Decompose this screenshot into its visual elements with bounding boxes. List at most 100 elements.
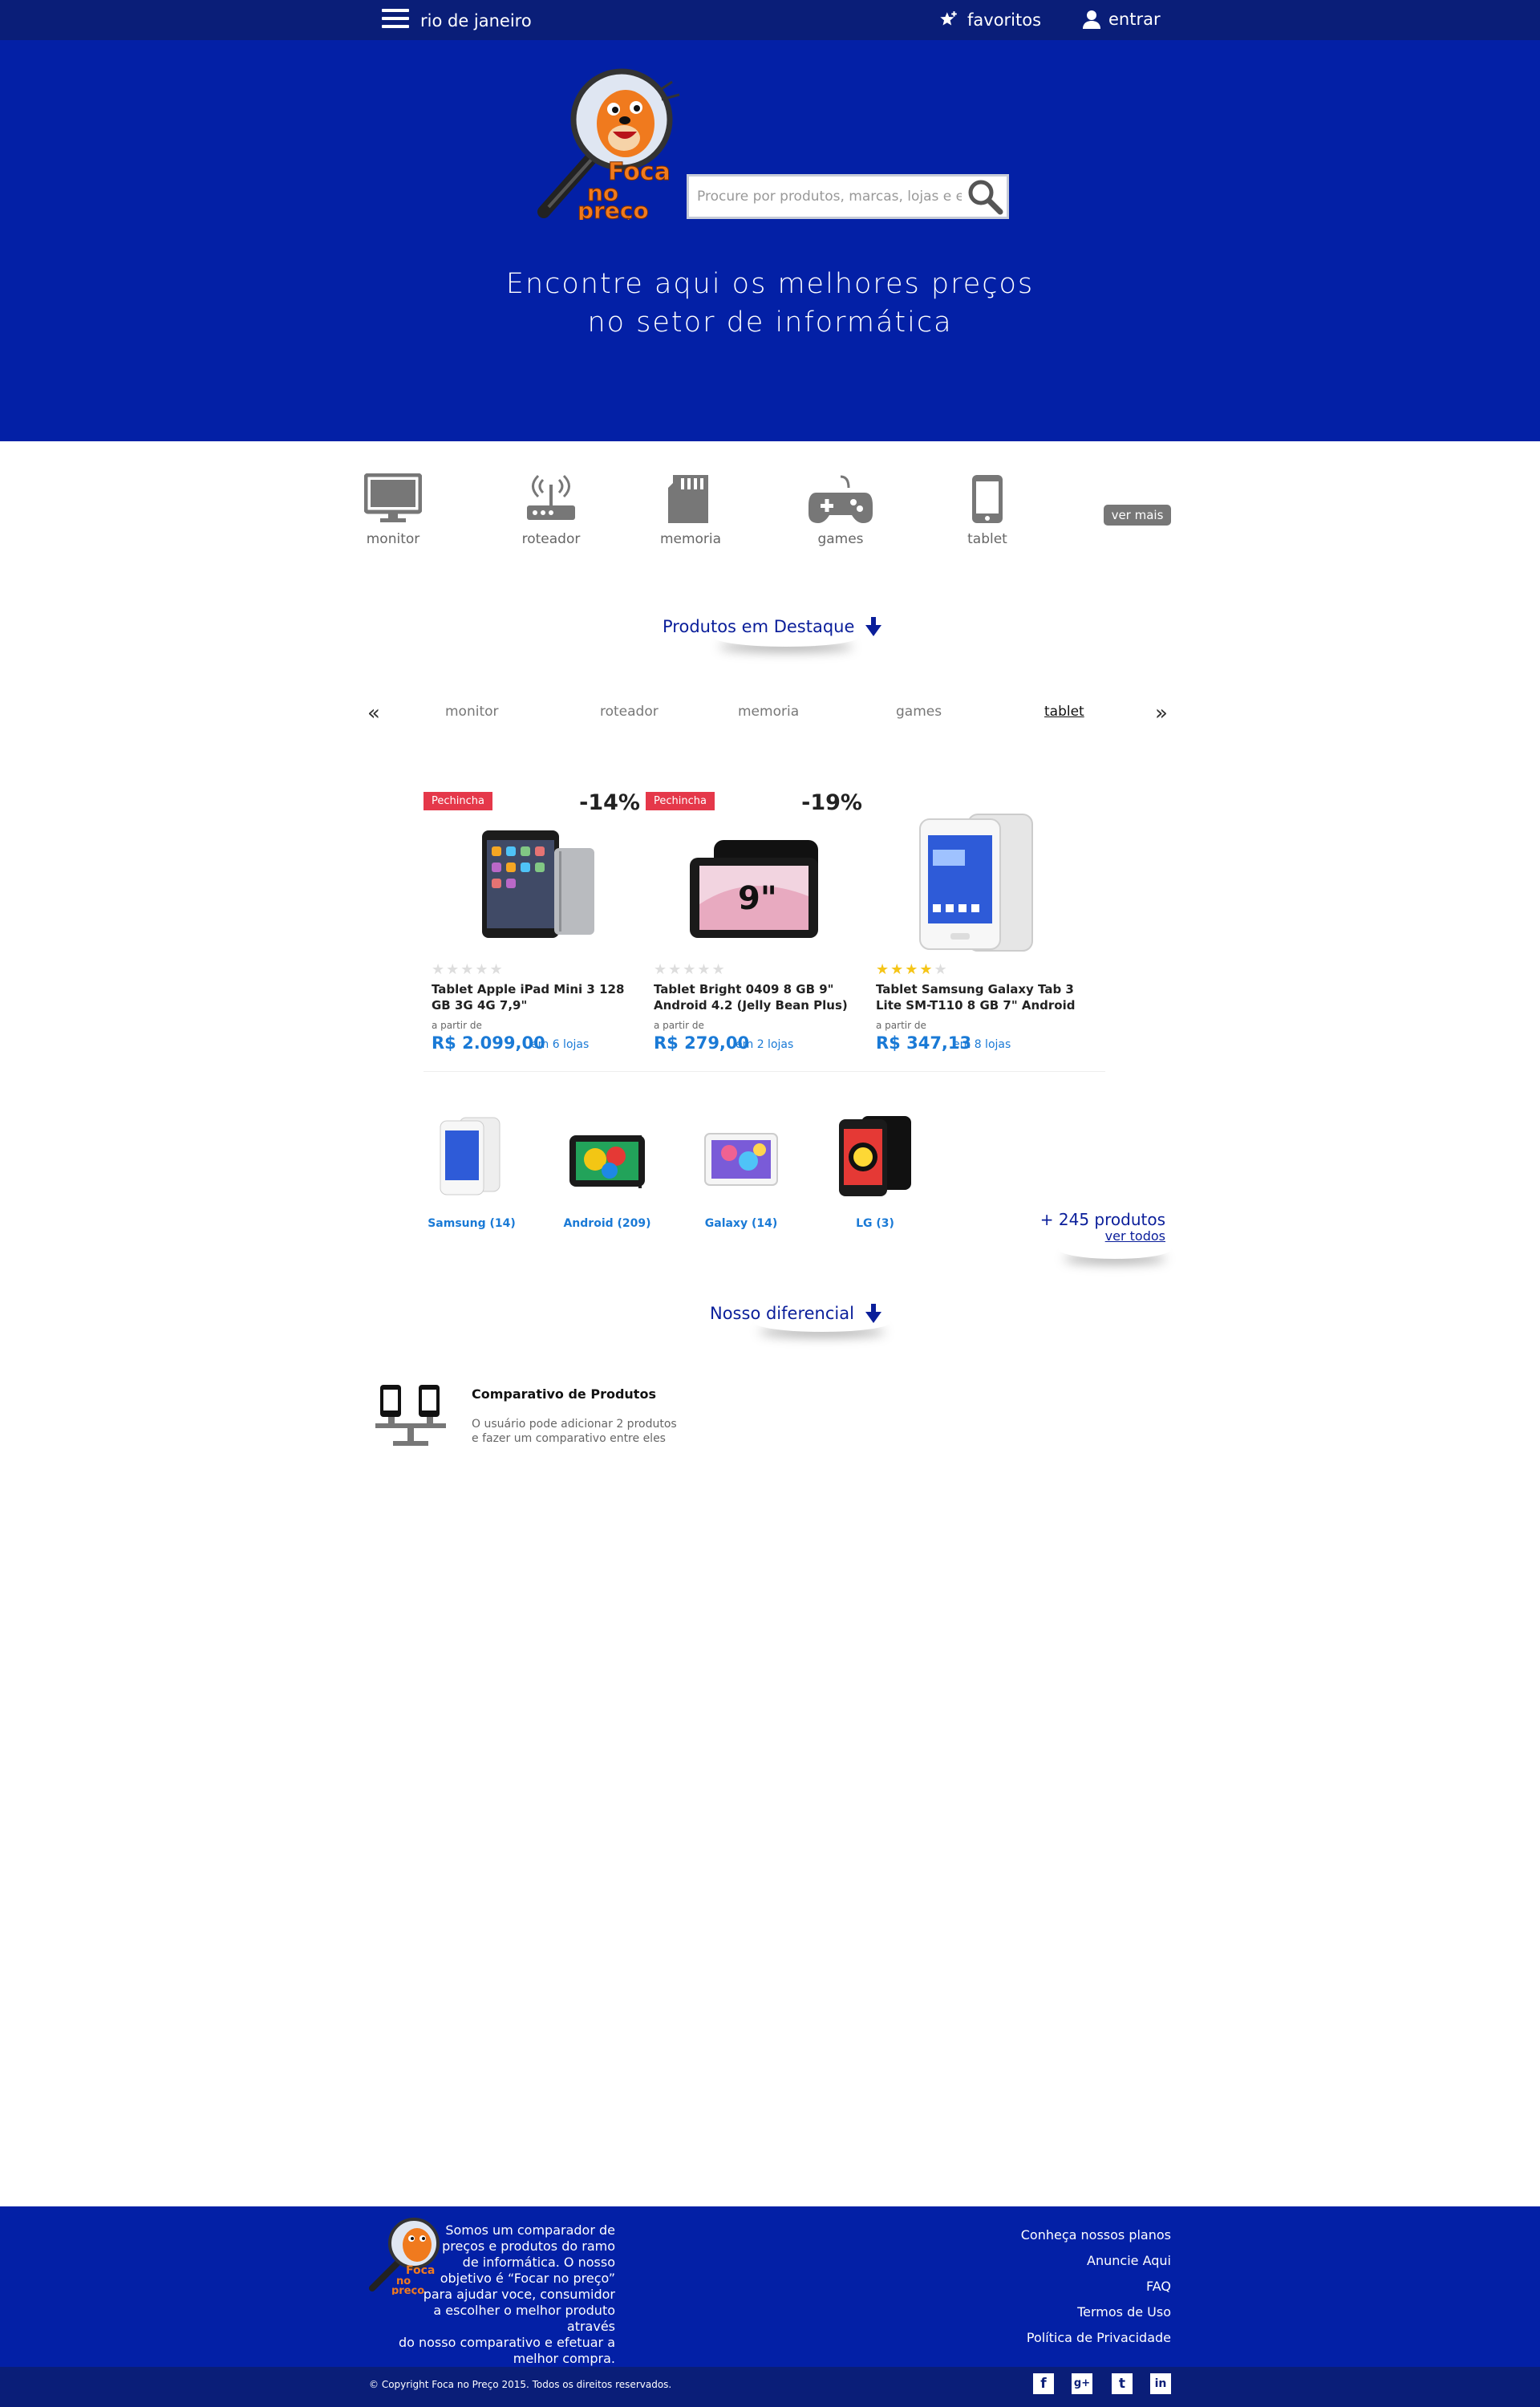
site-logo[interactable]: Foca no preço [529, 59, 698, 220]
footer-links: Conheça nossos planos Anuncie Aqui FAQ T… [995, 2222, 1171, 2351]
category-label: roteador [521, 531, 581, 547]
differential-text-line-1: O usuário pode adicionar 2 produtos [472, 1418, 677, 1431]
gamepad-icon [808, 475, 873, 523]
top-bar: rio de janeiro favoritos entrar [0, 0, 1540, 40]
brand-label: Samsung (14) [428, 1217, 516, 1230]
price-from-label: a partir de [432, 1020, 482, 1031]
tab-games[interactable]: games [896, 704, 942, 720]
product-name: Tablet Samsung Galaxy Tab 3 Lite SM-T110… [876, 982, 1076, 1013]
about-line: para ajudar voce, consumidor [423, 2287, 615, 2302]
about-line: Somos um comparador de [445, 2222, 615, 2238]
price-from-label: a partir de [876, 1020, 926, 1031]
twitter-icon[interactable]: t [1112, 2373, 1133, 2394]
product-name: Tablet Bright 0409 8 GB 9" Android 4.2 (… [654, 982, 848, 1013]
footer-bottom-bar [0, 2367, 1540, 2407]
about-line: melhor compra. [513, 2351, 615, 2366]
tab-tablet[interactable]: tablet [1044, 704, 1084, 720]
tablet-icon [972, 475, 1003, 523]
footer-link-advertise[interactable]: Anuncie Aqui [995, 2248, 1171, 2274]
footer-link-plans[interactable]: Conheça nossos planos [995, 2222, 1171, 2248]
brand-thumbnail [704, 1133, 778, 1186]
city-selector[interactable]: rio de janeiro [420, 11, 532, 30]
search-box [687, 174, 1009, 219]
brand-thumbnail [569, 1135, 645, 1188]
category-label: games [817, 531, 864, 547]
memory-card-icon [668, 475, 708, 523]
see-all-shadow [1059, 1240, 1171, 1259]
differential-text-line-2: e fazer um comparativo entre eles [472, 1432, 666, 1445]
brand-label: LG (3) [856, 1217, 894, 1230]
product-image: 9" [690, 840, 818, 938]
rating-stars: ★★★★★ [654, 961, 727, 978]
about-line: de informática. O nosso [462, 2255, 615, 2270]
star-icon [940, 11, 957, 26]
footer-link-faq[interactable]: FAQ [995, 2274, 1171, 2299]
rating-stars: ★★★★★ [876, 961, 949, 978]
rating-stars: ★★★★★ [432, 961, 505, 978]
arrow-down-icon [865, 617, 882, 636]
product-card[interactable]: Pechincha -19% 9" ★★★★★ Tablet Bright 04… [646, 790, 862, 1055]
monitor-icon [364, 473, 422, 522]
price-from-label: a partir de [654, 1020, 704, 1031]
product-card[interactable]: ★★★★★ Tablet Samsung Galaxy Tab 3 Lite S… [868, 790, 1084, 1055]
tab-memoria[interactable]: memoria [738, 704, 799, 720]
copyright-text: © Copyright Foca no Preço 2015. Todos os… [369, 2379, 672, 2390]
brand-android[interactable]: Android (209) [555, 1111, 659, 1230]
tab-monitor[interactable]: monitor [445, 704, 499, 720]
logo-text-3: preço [578, 197, 649, 220]
hero-tagline: Encontre aqui os melhores preços no seto… [369, 265, 1171, 342]
footer-link-terms[interactable]: Termos de Uso [995, 2299, 1171, 2325]
brand-lg[interactable]: LG (3) [823, 1111, 927, 1230]
svg-text:9": 9" [738, 880, 777, 917]
tagline-line-1: Encontre aqui os melhores preços [505, 268, 1035, 300]
facebook-icon[interactable]: f [1033, 2373, 1054, 2394]
linkedin-icon[interactable]: in [1150, 2373, 1171, 2394]
about-line: do nosso comparativo e efetuar a [398, 2335, 615, 2350]
see-more-button[interactable]: ver mais [1104, 505, 1171, 526]
divider [424, 1071, 1105, 1072]
category-label: memoria [659, 531, 722, 547]
hero-banner [0, 40, 1540, 441]
differential-title-shadow [754, 1313, 890, 1332]
brand-thumbnail [440, 1117, 500, 1195]
search-icon[interactable] [965, 178, 1003, 215]
brand-galaxy[interactable]: Galaxy (14) [689, 1111, 793, 1230]
category-memoria[interactable]: memoria [650, 473, 731, 547]
product-image [482, 830, 594, 938]
brand-label: Android (209) [563, 1217, 651, 1230]
category-monitor[interactable]: monitor [353, 473, 433, 547]
store-count-link[interactable]: em 6 lojas [531, 1038, 589, 1051]
category-label: monitor [366, 531, 420, 547]
footer-link-privacy[interactable]: Política de Privacidade [995, 2325, 1171, 2351]
footer [0, 2206, 1540, 2367]
product-name: Tablet Apple iPad Mini 3 128 GB 3G 4G 7,… [432, 982, 625, 1013]
compare-products-icon [375, 1385, 446, 1446]
tabs-next-icon[interactable]: » [1155, 701, 1168, 725]
about-line: objetivo é “Focar no preço” [440, 2271, 615, 2286]
store-count-link[interactable]: em 2 lojas [736, 1038, 793, 1051]
search-input[interactable] [697, 186, 962, 207]
brand-samsung[interactable]: Samsung (14) [419, 1111, 524, 1230]
tagline-line-2: no setor de informática [587, 306, 953, 339]
differential-item-title: Comparativo de Produtos [472, 1386, 656, 1402]
store-count-link[interactable]: em 8 lojas [953, 1038, 1011, 1051]
category-roteador[interactable]: roteador [511, 473, 591, 547]
google-plus-icon[interactable]: g+ [1072, 2373, 1092, 2394]
category-games[interactable]: games [800, 473, 881, 547]
product-image [919, 814, 1033, 952]
category-tablet[interactable]: tablet [947, 473, 1027, 547]
tabs-prev-icon[interactable]: « [367, 701, 380, 725]
product-card[interactable]: Pechincha -14% ★★★★★ Tablet Apple iPad M… [424, 790, 640, 1055]
brand-label: Galaxy (14) [704, 1217, 778, 1230]
favorites-link[interactable]: favoritos [938, 10, 1041, 30]
login-link[interactable]: entrar [1083, 10, 1161, 29]
user-icon [1083, 10, 1100, 29]
about-line: a escolher o melhor produto através [433, 2303, 615, 2334]
tab-roteador[interactable]: roteador [600, 704, 659, 720]
favorites-label: favoritos [967, 10, 1042, 30]
featured-title-shadow [714, 627, 858, 647]
product-price: R$ 2.099,00 [432, 1033, 545, 1053]
footer-about-text: Somos um comparador de preços e produtos… [393, 2222, 615, 2367]
hamburger-menu-icon[interactable] [382, 9, 409, 31]
login-label: entrar [1108, 10, 1161, 29]
